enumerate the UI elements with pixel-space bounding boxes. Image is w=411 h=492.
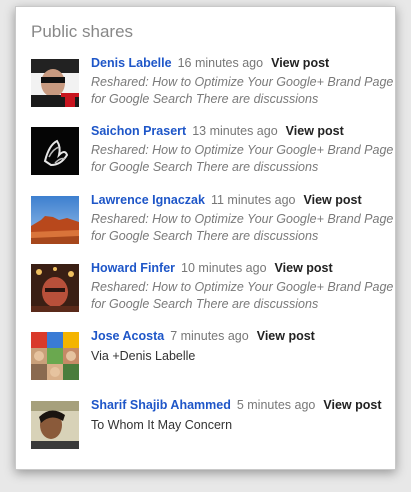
author-name-link[interactable]: Jose Acosta — [91, 329, 164, 343]
landscape-photo-icon — [31, 196, 79, 244]
avatar-howard-finfer[interactable] — [31, 264, 79, 312]
view-post-link[interactable]: View post — [257, 329, 315, 343]
view-post-link[interactable]: View post — [275, 261, 333, 275]
avatar-saichon-prasert[interactable] — [31, 127, 79, 175]
avatar-sharif-shajib-ahammed[interactable] — [31, 401, 79, 449]
timestamp: 10 minutes ago — [181, 261, 267, 275]
view-post-link[interactable]: View post — [304, 193, 362, 207]
share-text: Reshared: How to Optimize Your Google+ B… — [91, 143, 394, 174]
author-name-link[interactable]: Sharif Shajib Ahammed — [91, 398, 231, 412]
view-post-link[interactable]: View post — [271, 56, 329, 70]
view-post-link[interactable]: View post — [323, 398, 381, 412]
author-name-link[interactable]: Denis Labelle — [91, 56, 172, 70]
timestamp: 7 minutes ago — [170, 329, 249, 343]
hands-photo-icon — [31, 127, 79, 175]
public-shares-panel: Public shares Denis Labelle 16 minutes ag… — [15, 6, 396, 470]
timestamp: 11 minutes ago — [210, 193, 296, 207]
share-text: Reshared: How to Optimize Your Google+ B… — [91, 75, 394, 106]
panel-title: Public shares — [31, 22, 134, 41]
collage-photo-icon — [31, 332, 79, 380]
author-name-link[interactable]: Saichon Prasert — [91, 124, 186, 138]
share-text: Via +Denis Labelle — [91, 349, 196, 363]
person-photo-icon — [31, 401, 79, 449]
avatar-lawrence-ignaczak[interactable] — [31, 196, 79, 244]
share-text: To Whom It May Concern — [91, 418, 233, 432]
timestamp: 5 minutes ago — [236, 398, 316, 412]
avatar-denis-labelle[interactable] — [31, 59, 79, 107]
share-text: Reshared: How to Optimize Your Google+ B… — [91, 280, 394, 311]
share-text: Reshared: How to Optimize Your Google+ B… — [91, 212, 394, 243]
author-name-link[interactable]: Howard Finfer — [91, 261, 175, 275]
person-photo-icon — [31, 59, 79, 107]
author-name-link[interactable]: Lawrence Ignaczak — [91, 193, 205, 207]
avatar-jose-acosta[interactable] — [31, 332, 79, 380]
view-post-link[interactable]: View post — [286, 124, 344, 138]
timestamp: 16 minutes ago — [177, 56, 264, 70]
person-photo-icon — [31, 264, 79, 312]
timestamp: 13 minutes ago — [192, 124, 278, 138]
